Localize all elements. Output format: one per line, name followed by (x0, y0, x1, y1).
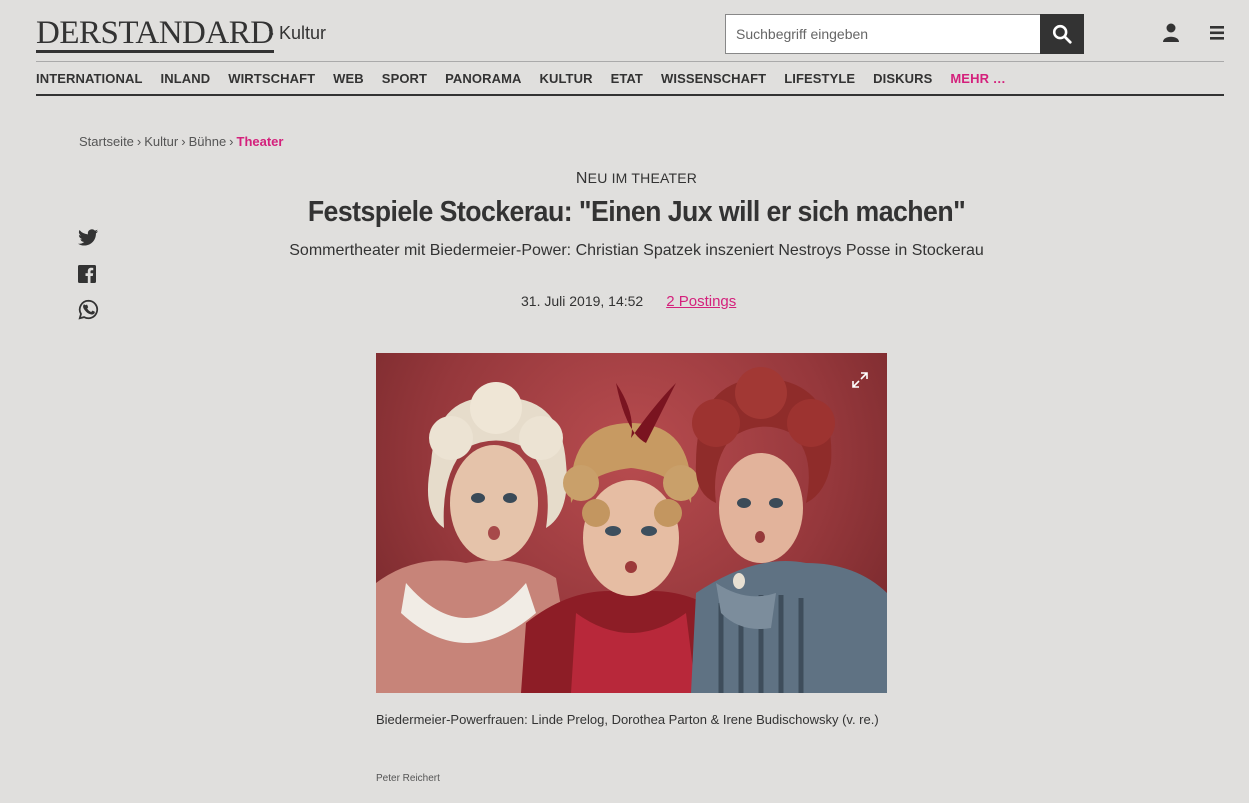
kicker-rest: EU IM THEATER (587, 170, 698, 186)
article-headline: Festspiele Stockerau: "Einen Jux will er… (307, 196, 966, 228)
postings-link[interactable]: 2 Postings (666, 293, 736, 310)
nav-item-web[interactable]: WEB (333, 71, 364, 86)
breadcrumb-separator: › (136, 134, 142, 149)
photo-caption: Biedermeier-Powerfrauen: Linde Prelog, D… (376, 712, 879, 727)
nav-item-international[interactable]: INTERNATIONAL (36, 71, 143, 86)
search-icon (1052, 24, 1072, 44)
nav-item-wissenschaft[interactable]: WISSENSCHAFT (661, 71, 766, 86)
nav-item-sport[interactable]: SPORT (382, 71, 427, 86)
breadcrumb-theater[interactable]: Theater (237, 134, 284, 149)
article-kicker: NEU IM THEATER (0, 170, 1249, 188)
article-photo[interactable] (376, 353, 887, 693)
nav-item-panorama[interactable]: PANORAMA (445, 71, 521, 86)
search-bar (725, 14, 1084, 54)
nav-item-more[interactable]: MEHR … (950, 71, 1006, 86)
article-subline: Sommertheater mit Biedermeier-Power: Chr… (289, 242, 984, 259)
account-button[interactable] (1162, 23, 1182, 43)
nav-item-diskurs[interactable]: DISKURS (873, 71, 932, 86)
site-logo[interactable]: DERSTANDARD (36, 16, 274, 53)
whatsapp-icon (78, 299, 98, 320)
nav-item-kultur[interactable]: KULTUR (539, 71, 592, 86)
share-facebook-button[interactable] (78, 265, 96, 288)
section-label[interactable]: › Kultur (268, 23, 326, 44)
search-button[interactable] (1040, 14, 1084, 54)
main-nav: INTERNATIONAL INLAND WIRTSCHAFT WEB SPOR… (36, 62, 1224, 96)
breadcrumb-buehne[interactable]: Bühne (189, 134, 227, 149)
article-meta: 31. Juli 2019, 14:52 2 Postings (521, 293, 736, 310)
hamburger-menu-icon (1210, 26, 1224, 40)
breadcrumb: Startseite › Kultur › Bühne › Theater (79, 134, 283, 149)
photo-credit: Peter Reichert (376, 773, 440, 784)
user-icon (1163, 23, 1179, 42)
share-whatsapp-button[interactable] (78, 299, 99, 325)
breadcrumb-separator: › (229, 134, 234, 149)
nav-item-wirtschaft[interactable]: WIRTSCHAFT (228, 71, 315, 86)
kicker-initial: N (575, 170, 588, 187)
facebook-icon (78, 265, 96, 283)
breadcrumb-kultur[interactable]: Kultur (144, 134, 178, 149)
menu-button[interactable] (1208, 25, 1226, 41)
nav-item-inland[interactable]: INLAND (161, 71, 211, 86)
expand-icon[interactable] (851, 371, 869, 389)
breadcrumb-startseite[interactable]: Startseite (79, 134, 134, 149)
search-input[interactable] (725, 14, 1040, 54)
article-date: 31. Juli 2019, 14:52 (521, 293, 644, 309)
photo-illustration (376, 367, 887, 693)
breadcrumb-separator: › (181, 134, 186, 149)
nav-item-etat[interactable]: ETAT (611, 71, 643, 86)
nav-item-lifestyle[interactable]: LIFESTYLE (784, 71, 855, 86)
